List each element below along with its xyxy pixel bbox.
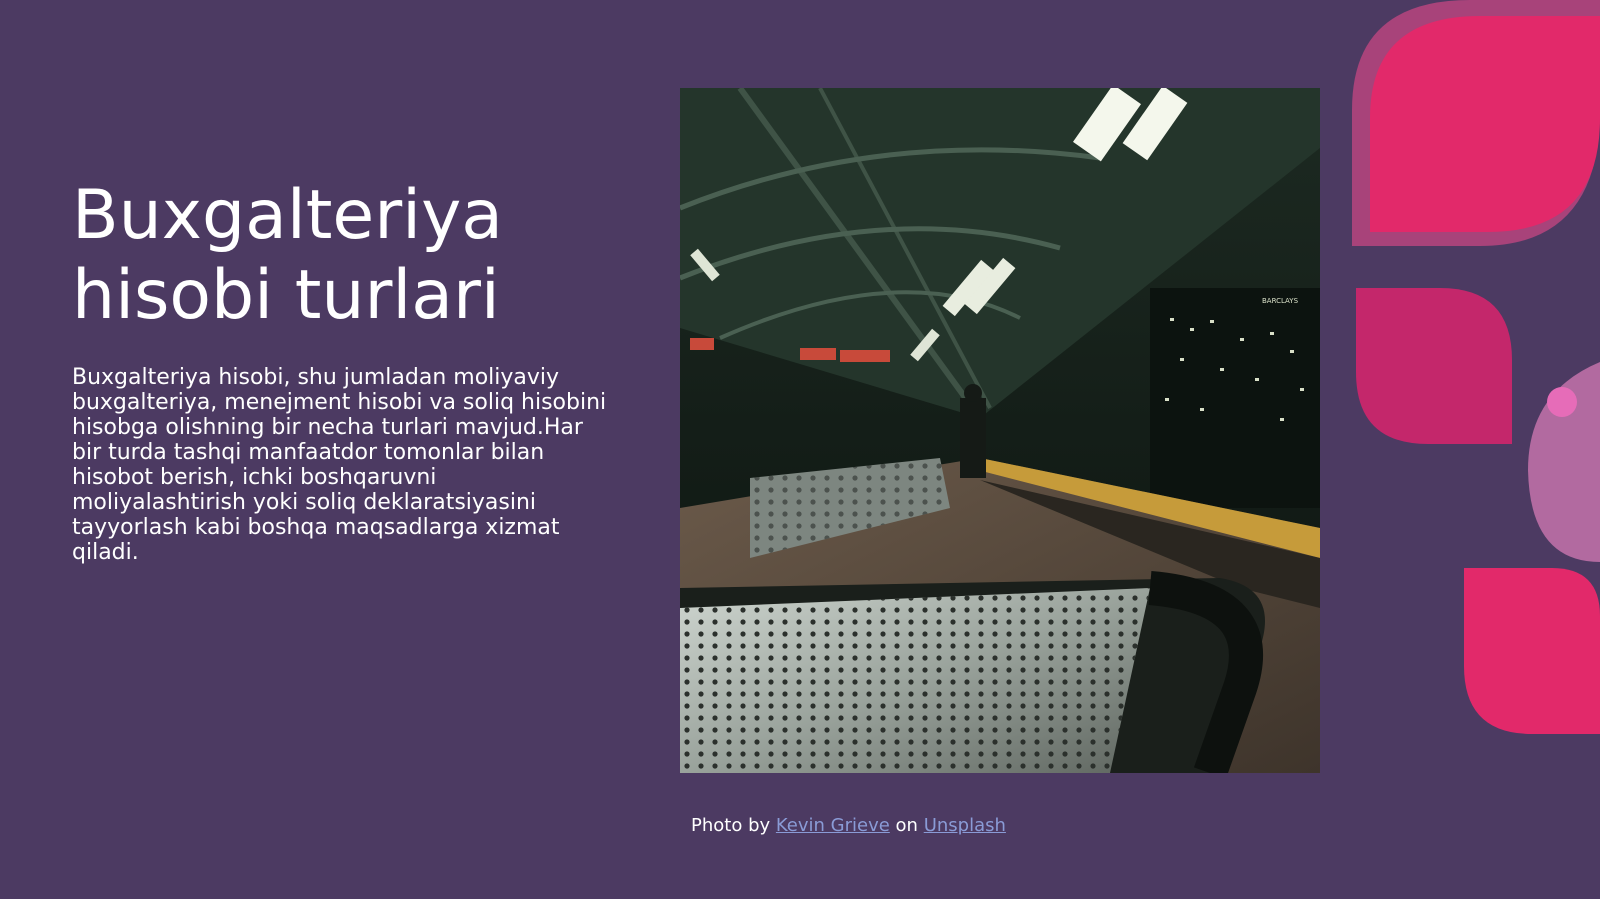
slide-body-text: Buxgalteriya hisobi, shu jumladan moliya… [72, 365, 607, 565]
credit-middle: on [895, 815, 918, 836]
station-photo-illustration: BARCLAYS [680, 88, 1320, 773]
slide-title: Buxgalteriya hisobi turlari [72, 176, 503, 335]
slide: Buxgalteriya hisobi turlari Buxgalteriya… [0, 0, 1600, 899]
photo-sign-text: BARCLAYS [1262, 297, 1299, 305]
photo-credit: Photo by Kevin Grieve on Unsplash [691, 815, 1006, 837]
deco-leaf-bottom [1464, 568, 1600, 734]
deco-leaf-middle [1356, 288, 1512, 444]
source-link[interactable]: Unsplash [924, 815, 1006, 836]
station-photo: BARCLAYS [680, 88, 1320, 773]
deco-dot [1547, 387, 1577, 417]
credit-prefix: Photo by [691, 815, 771, 836]
author-link[interactable]: Kevin Grieve [776, 815, 890, 836]
deco-leaf-top-inner [1370, 16, 1600, 232]
